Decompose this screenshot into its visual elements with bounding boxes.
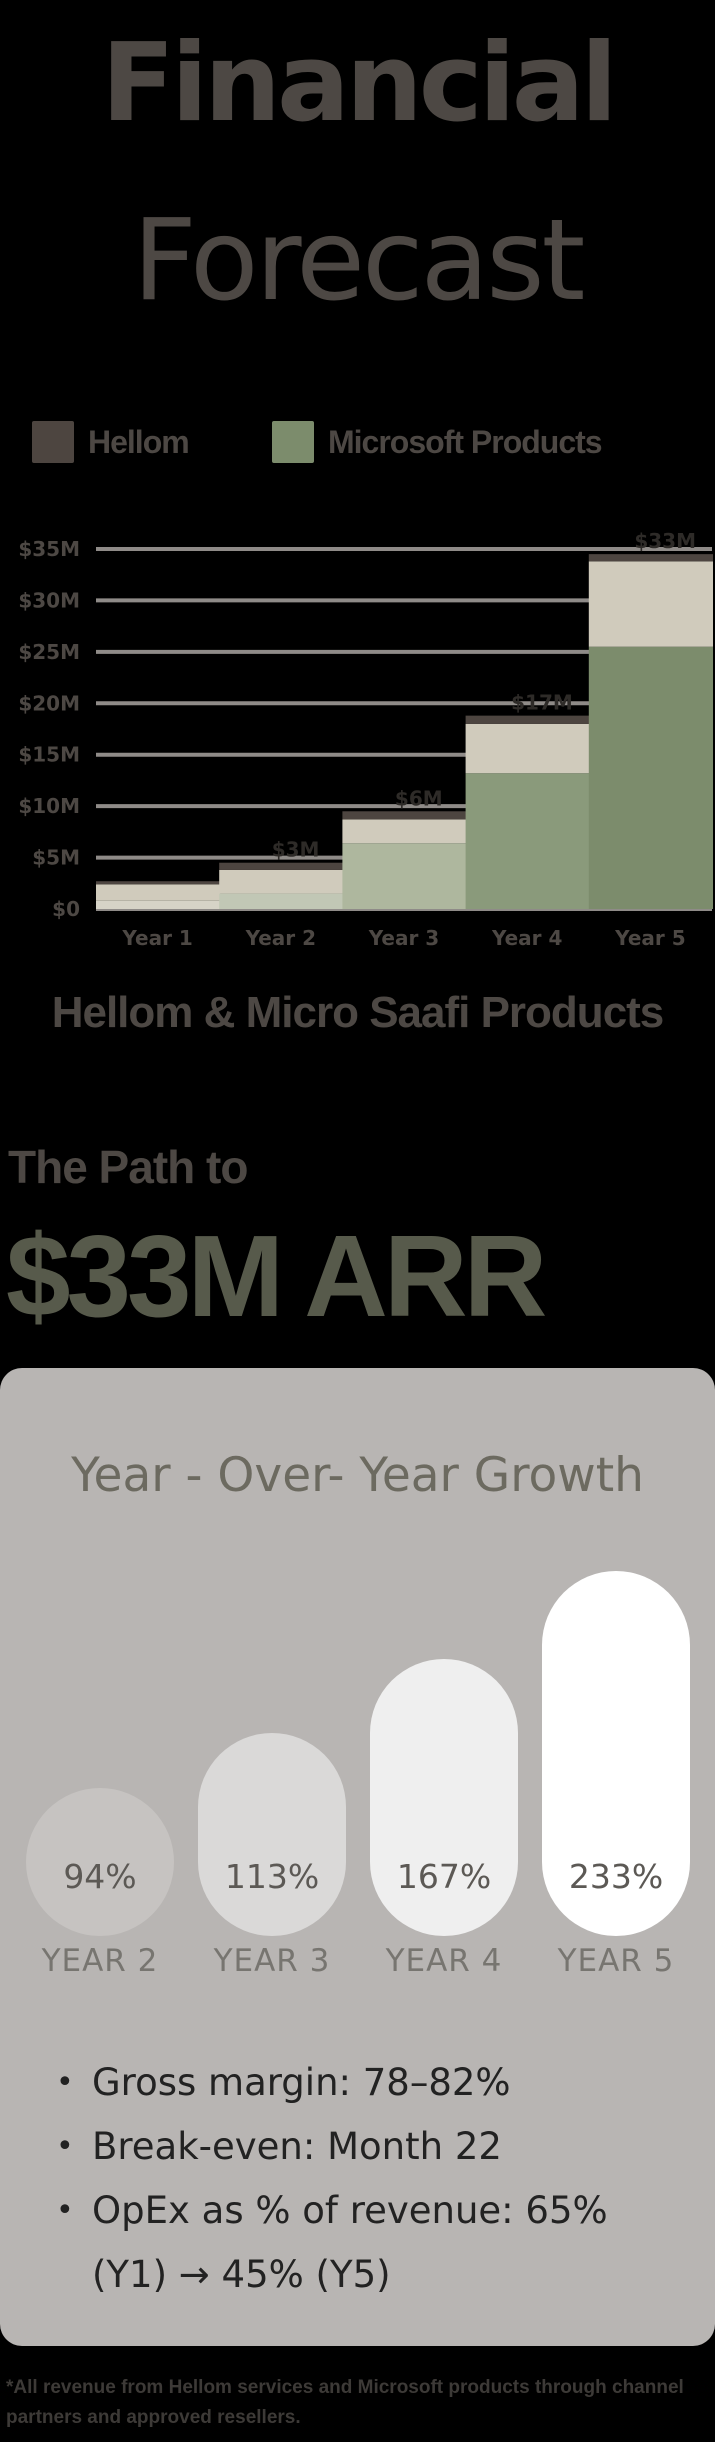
metric-opex: OpEx as % of revenue: 65% (Y1) → 45% (Y5… [56, 2179, 686, 2307]
bar-segment-middle [588, 561, 713, 647]
y-tick-label: $35M [18, 537, 80, 561]
x-tick-label: Year 3 [368, 926, 439, 950]
bar-value-label: $17M [511, 691, 573, 715]
y-tick-label: $15M [18, 743, 80, 767]
x-tick-label: Year 4 [491, 926, 562, 950]
legend-item-hellom: Hellom [32, 418, 190, 466]
bar-segment-middle [342, 819, 467, 844]
bar-segment-bottom [96, 900, 221, 909]
bar-segment-middle [219, 869, 344, 894]
legend-item-microsoft-products: Microsoft Products [272, 418, 603, 466]
metric-gross-margin: Gross margin: 78–82% [56, 2051, 686, 2115]
metric-break-even: Break-even: Month 22 [56, 2115, 686, 2179]
legend-swatch-microsoft-products [272, 421, 314, 463]
metrics-list: Gross margin: 78–82% Break-even: Month 2… [56, 2051, 686, 2307]
growth-pill-value: 233% [568, 1857, 664, 1896]
bar-value-label: $3M [272, 838, 320, 862]
bar-segment-top [465, 715, 590, 724]
bar-segment-middle [465, 723, 590, 774]
growth-pill-value: 167% [396, 1856, 492, 1896]
growth-pill-value: 94% [63, 1857, 137, 1896]
growth-pill-year: YEAR 2 [41, 1943, 159, 1979]
y-tick-label: $20M [18, 691, 80, 715]
bar-segment-bottom [588, 646, 713, 909]
y-tick-label: $30M [18, 588, 80, 612]
chart-caption: Hellom & Micro Saafi Products [51, 988, 665, 1037]
page-title-line-1: Financial [101, 21, 617, 146]
legend-swatch-hellom [32, 421, 74, 463]
bar-segment-top [588, 554, 713, 562]
growth-pill: 94% [26, 1788, 174, 1936]
bar-segment-bottom [465, 773, 590, 909]
y-tick-label: $0 [52, 897, 80, 921]
chart-legend: Hellom Microsoft Products [32, 418, 692, 466]
bar-segment-bottom [342, 843, 467, 909]
x-tick-label: Year 5 [614, 926, 685, 950]
bar-segment-top [219, 862, 344, 870]
headline-kicker: The Path to [8, 1141, 248, 1193]
y-tick-label: $5M [32, 846, 80, 870]
bar-segment-top [96, 881, 221, 885]
y-tick-label: $10M [18, 794, 80, 818]
x-tick-label: Year 2 [245, 926, 316, 950]
headline-arr: $33M ARR [6, 1211, 547, 1341]
growth-pill: 113% [198, 1732, 346, 1936]
bar-value-label: $33M [634, 529, 696, 553]
bar-segment-middle [96, 884, 221, 901]
growth-card: Year - Over- Year Growth 94% YEAR 2 113% YE… [0, 1368, 715, 2346]
bar-value-label: $6M [395, 786, 443, 810]
growth-pill-year: YEAR 5 [557, 1943, 675, 1979]
growth-pill-year: YEAR 4 [385, 1943, 503, 1979]
footnote: *All revenue from Hellom services and Mi… [6, 2377, 684, 2428]
growth-pill: 167% [370, 1659, 518, 1936]
x-tick-label: Year 1 [121, 926, 192, 950]
growth-pill-year: YEAR 3 [213, 1943, 331, 1979]
page-title-line-2: Forecast [132, 196, 586, 326]
growth-title: Year - Over- Year Growth [71, 1448, 644, 1503]
y-tick-label: $25M [18, 640, 80, 664]
growth-pill-value: 113% [224, 1856, 320, 1896]
legend-label-microsoft-products: Microsoft Products [328, 423, 603, 460]
legend-label-hellom: Hellom [88, 423, 190, 460]
growth-pill: 233% [542, 1571, 690, 1936]
bar-segment-top [342, 811, 467, 820]
bar-segment-bottom [219, 893, 344, 909]
stacked-bar-chart: $0 $5M $10M $15M $20M $25M $30M $35M Year 1 $3M Ye… [18, 529, 713, 950]
